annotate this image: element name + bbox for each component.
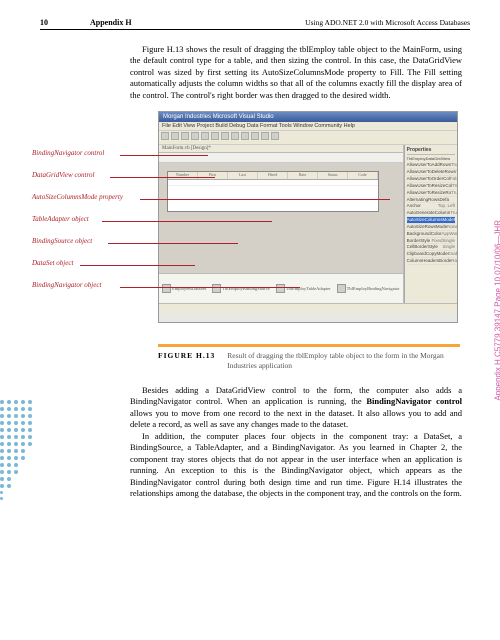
annotation-datagridview-control: DataGridView control bbox=[32, 171, 123, 179]
appendix-label: Appendix H bbox=[90, 18, 132, 27]
property-row: AutoSizeColumnsModeFill bbox=[407, 217, 455, 224]
annotation-bindingsource-object: BindingSource object bbox=[32, 237, 123, 245]
property-row: ClipboardCopyModeEnableWi bbox=[407, 251, 455, 258]
side-print-mark: Appendix H C5779 39147 Page 10 07/10/06—… bbox=[494, 220, 500, 401]
property-row: AllowUserToOrderColFalse bbox=[407, 176, 455, 183]
menu-bar: File Edit View Project Build Debug Data … bbox=[159, 122, 457, 131]
visual-studio-screenshot: Morgan Industries Microsoft Visual Studi… bbox=[158, 111, 458, 323]
paragraph-1: Figure H.13 shows the result of dragging… bbox=[130, 44, 462, 101]
property-row: BackgroundColorAppWork bbox=[407, 231, 455, 238]
status-bar bbox=[159, 303, 457, 313]
property-row: AllowUserToAddRowsTrue bbox=[407, 162, 455, 169]
property-row: AllowUserToDeleteRowsTrue bbox=[407, 169, 455, 176]
tray-tableadapter: TblEmployTableAdapter bbox=[276, 284, 331, 293]
property-row: BorderStyleFixedSingle bbox=[407, 238, 455, 245]
chapter-title: Using ADO.NET 2.0 with Microsoft Access … bbox=[305, 18, 470, 27]
figure-caption: FIGURE H.13 Result of dragging the tblEm… bbox=[158, 344, 460, 371]
properties-title: Properties bbox=[407, 147, 455, 155]
annotation-dataset-object: DataSet object bbox=[32, 259, 123, 267]
property-row: AlternatingRowsDefa bbox=[407, 197, 455, 204]
grid-header: Rate bbox=[288, 172, 318, 179]
tray-bindingsource: TblEmployBindingSource bbox=[212, 284, 270, 293]
grid-header: Hired bbox=[258, 172, 288, 179]
annotation-autosize-property: AutoSizeColumnsMode property bbox=[32, 193, 123, 201]
callout-line bbox=[140, 199, 390, 200]
callout-line bbox=[120, 287, 300, 288]
annotation-binding-navigator-control: BindingNavigator control bbox=[32, 149, 123, 157]
form-designer: Number First Last Hired Rate Status Code bbox=[159, 163, 403, 273]
annotation-bindingnavigator-object: BindingNavigator object bbox=[32, 281, 123, 289]
tray-dataset: EmployeesDataSet bbox=[162, 284, 206, 293]
annotation-tableadapter-object: TableAdapter object bbox=[32, 215, 123, 223]
callout-line bbox=[120, 155, 208, 156]
figure-number: FIGURE H.13 bbox=[158, 351, 215, 371]
callout-line bbox=[110, 177, 215, 178]
grid-header: Status bbox=[318, 172, 348, 179]
component-tray: EmployeesDataSet TblEmployBindingSource … bbox=[159, 273, 403, 303]
tray-bindingnavigator: TblEmployBindingNavigator bbox=[337, 284, 400, 293]
property-row: AutoGenerateColumnTrue bbox=[407, 210, 455, 217]
callout-line bbox=[102, 221, 272, 222]
document-tab: MainForm.vb [Design]* bbox=[159, 145, 403, 153]
property-row: AnchorTop, Left bbox=[407, 203, 455, 210]
grid-header: Code bbox=[348, 172, 378, 179]
decorative-dots bbox=[0, 400, 34, 503]
figure-area: BindingNavigator control DataGridView co… bbox=[40, 111, 470, 336]
properties-object: TblEmployDataGridView bbox=[407, 156, 455, 161]
page-number: 10 bbox=[40, 18, 48, 27]
property-row: AllowUserToResizeRoTrue bbox=[407, 190, 455, 197]
grid-header: Last bbox=[228, 172, 258, 179]
page-header: 10 Appendix H Using ADO.NET 2.0 with Mic… bbox=[40, 18, 470, 30]
property-row: CellBorderStyleSingle bbox=[407, 244, 455, 251]
figure-text: Result of dragging the tblEmploy table o… bbox=[227, 351, 460, 371]
property-row: ColumnHeadersBordeRaised bbox=[407, 258, 455, 265]
term-bindingnavigator: BindingNavigator control bbox=[366, 396, 462, 406]
property-row: AutoSizeRowsModeNone bbox=[407, 224, 455, 231]
paragraph-3: In addition, the computer places four ob… bbox=[130, 431, 462, 500]
toolbar bbox=[159, 131, 457, 145]
window-title: Morgan Industries Microsoft Visual Studi… bbox=[159, 112, 457, 122]
callout-line bbox=[108, 243, 238, 244]
paragraph-2: Besides adding a DataGridView control to… bbox=[130, 385, 462, 431]
properties-panel: Properties TblEmployDataGridView AllowUs… bbox=[404, 145, 457, 303]
property-row: AllowUserToResizeColTrue bbox=[407, 183, 455, 190]
